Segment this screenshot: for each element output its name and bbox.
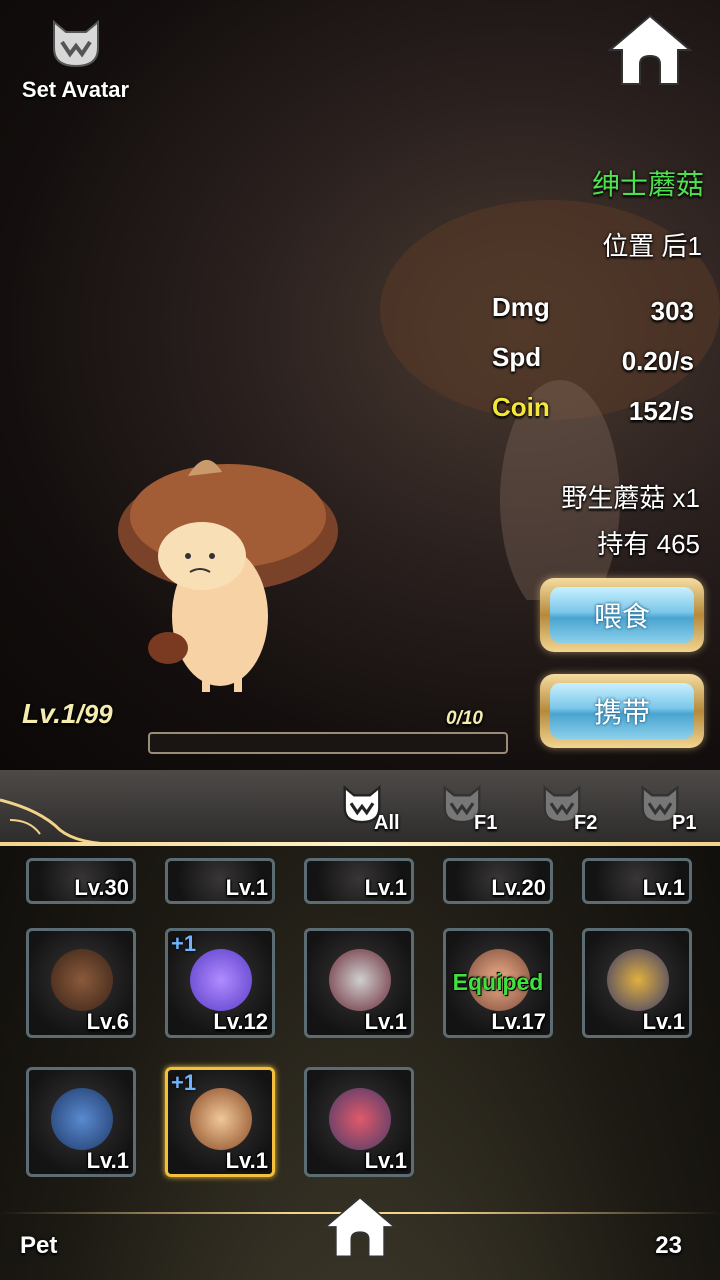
- pet-card[interactable]: Lv.30: [26, 858, 136, 904]
- pet-card-art: [190, 949, 252, 1011]
- pet-card-level: Lv.30: [74, 875, 129, 900]
- pet-card[interactable]: Lv.1: [165, 858, 275, 904]
- tab-all-label: All: [374, 812, 400, 834]
- set-avatar-button[interactable]: Set Avatar: [18, 18, 133, 108]
- pet-level: Lv.1/99: [22, 698, 113, 730]
- footer-title: Pet: [20, 1232, 58, 1259]
- tab-all[interactable]: All: [340, 780, 410, 838]
- pet-card[interactable]: +1 Lv.12: [165, 928, 275, 1038]
- pet-name: 绅士蘑菇: [591, 169, 704, 200]
- carry-button[interactable]: 携带: [540, 674, 704, 748]
- equipped-badge: Equiped: [452, 969, 544, 995]
- pet-position: 位置 后1: [602, 231, 702, 261]
- ornament-swirl-icon: [0, 798, 131, 846]
- avatar-wolf-icon: [52, 19, 99, 68]
- pet-card[interactable]: Lv.1: [304, 1067, 414, 1177]
- home-button[interactable]: [606, 12, 694, 88]
- pet-card-plus-badge: +1: [171, 931, 197, 956]
- pet-card-level: Lv.17: [491, 1009, 546, 1034]
- stat-value-dmg: 303: [650, 296, 694, 326]
- food-required: 野生蘑菇 x1: [561, 483, 700, 513]
- home-icon: [323, 1196, 397, 1258]
- feed-button-label: 喂食: [550, 587, 694, 643]
- pet-card-art: [190, 1088, 252, 1150]
- home-bottom-button[interactable]: [322, 1194, 398, 1260]
- pet-card-level: Lv.20: [491, 875, 546, 900]
- tab-p1[interactable]: P1: [638, 780, 708, 838]
- pet-card-art: [51, 1088, 113, 1150]
- pet-card[interactable]: Lv.20: [443, 858, 553, 904]
- tab-p1-label: P1: [672, 812, 697, 834]
- carry-button-label: 携带: [550, 683, 694, 739]
- stat-value-spd: 0.20/s: [621, 346, 694, 376]
- pet-card[interactable]: Equiped Lv.17: [443, 928, 553, 1038]
- owned-count: 持有 465: [597, 529, 700, 559]
- pet-card-art: [329, 949, 391, 1011]
- pet-card[interactable]: Lv.6: [26, 928, 136, 1038]
- pet-card[interactable]: Lv.1: [582, 928, 692, 1038]
- tab-f2-label: F2: [574, 812, 598, 834]
- tab-f1-label: F1: [474, 812, 498, 834]
- pet-card-level: Lv.1: [642, 875, 685, 900]
- xp-bar: [148, 732, 508, 754]
- tab-f2[interactable]: F2: [540, 780, 610, 838]
- pet-card-level: Lv.1: [225, 875, 268, 900]
- pet-card-level: Lv.1: [364, 1009, 407, 1034]
- pet-card[interactable]: Lv.1: [304, 928, 414, 1038]
- pet-card-level: Lv.1: [364, 1148, 407, 1173]
- tab-f1[interactable]: F1: [440, 780, 510, 838]
- pet-card-art: [607, 949, 669, 1011]
- tab-bar-divider: [0, 842, 720, 846]
- pet-card-level: Lv.1: [225, 1148, 268, 1173]
- pet-card-level: Lv.1: [86, 1148, 129, 1173]
- pet-card-level: Lv.6: [86, 1009, 129, 1034]
- home-icon: [607, 14, 693, 85]
- pet-card-art: [329, 1088, 391, 1150]
- pet-card-level: Lv.1: [364, 875, 407, 900]
- stat-value-coin: 152/s: [628, 396, 694, 426]
- stat-label-coin: Coin: [492, 392, 550, 422]
- pet-card-level: Lv.1: [642, 1009, 685, 1034]
- stat-label-spd: Spd: [492, 342, 542, 372]
- stat-label-dmg: Dmg: [492, 292, 550, 322]
- xp-text: 0/10: [446, 708, 483, 729]
- pet-max-level: /99: [76, 699, 113, 729]
- pet-count: 23: [655, 1232, 682, 1259]
- pet-level-value: Lv.1: [22, 698, 77, 729]
- pet-card[interactable]: Lv.1: [582, 858, 692, 904]
- set-avatar-label: Set Avatar: [21, 77, 130, 102]
- pet-card-art: [51, 949, 113, 1011]
- pet-card-level: Lv.12: [213, 1009, 268, 1034]
- pet-portrait: [118, 459, 338, 692]
- pet-card-plus-badge: +1: [171, 1070, 197, 1095]
- feed-button[interactable]: 喂食: [540, 578, 704, 652]
- pet-card[interactable]: Lv.1: [304, 858, 414, 904]
- pet-card-selected[interactable]: +1 Lv.1: [165, 1067, 275, 1177]
- pet-card[interactable]: Lv.1: [26, 1067, 136, 1177]
